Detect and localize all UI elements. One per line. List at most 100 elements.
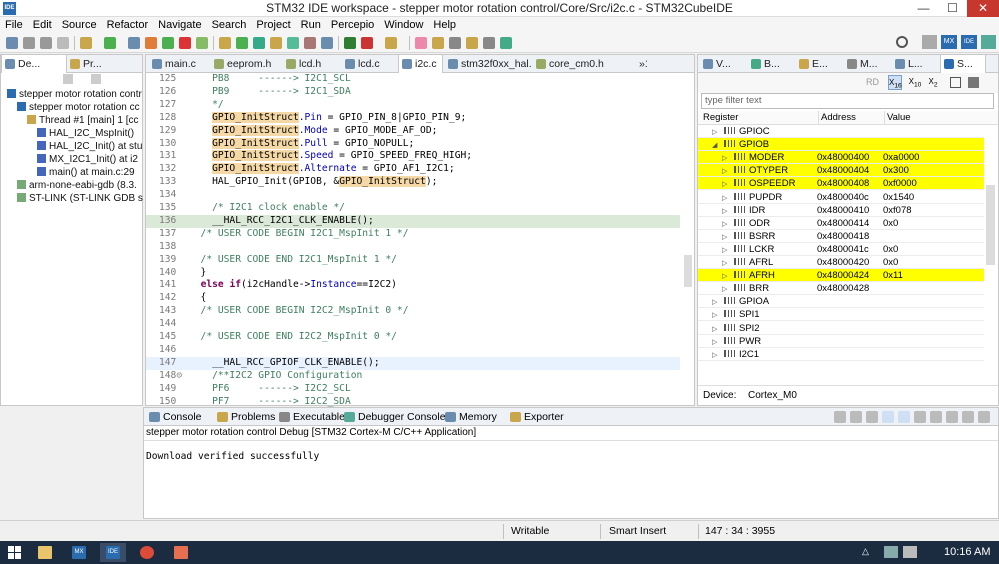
ide-perspective-icon[interactable]: IDE — [961, 35, 977, 49]
register-value[interactable]: 0xf0000 — [883, 177, 943, 190]
register-value[interactable]: 0x1540 — [883, 191, 943, 204]
register-row[interactable]: ▷ ODR 0x48000414 0x0 — [698, 217, 984, 230]
scroll-lock-icon[interactable] — [850, 411, 862, 423]
code-line[interactable]: 134 — [146, 189, 680, 202]
maximize-icon[interactable] — [978, 411, 990, 423]
new-icon[interactable] — [6, 37, 18, 49]
col-address[interactable]: Address — [818, 111, 856, 125]
code-editor[interactable]: 125 PB8 ------> I2C1_SCL 126 PB9 ------> … — [146, 73, 680, 407]
register-row[interactable]: ▷ LCKR 0x4800041c 0x0 — [698, 243, 984, 256]
collapse-all-icon[interactable] — [91, 74, 101, 84]
register-row[interactable]: ▷ BRR 0x48000428 — [698, 282, 984, 296]
register-row[interactable]: ▷ PWR — [698, 335, 984, 348]
back-icon[interactable] — [466, 37, 478, 49]
tab-live-expressions[interactable]: L... — [892, 55, 938, 73]
debug-perspective-icon[interactable] — [981, 35, 996, 49]
step-into-icon[interactable] — [128, 37, 140, 49]
register-value[interactable]: 0x0 — [883, 256, 943, 269]
pin-console-icon[interactable] — [914, 411, 926, 423]
restart-icon[interactable] — [287, 37, 299, 49]
show-on-error-icon[interactable] — [898, 411, 910, 423]
bin-format-icon[interactable]: X2 — [926, 75, 940, 90]
view-menu-icon[interactable] — [968, 77, 979, 88]
drop-frame-icon[interactable] — [253, 37, 265, 49]
col-register[interactable]: Register — [703, 111, 738, 125]
debug-tree-item[interactable]: HAL_I2C_Init() at stu — [37, 140, 143, 153]
cubemx-icon[interactable]: MX — [66, 543, 92, 562]
menu-navigate[interactable]: Navigate — [153, 17, 206, 33]
debug-tree-item[interactable]: arm-none-eabi-gdb (8.3. — [17, 179, 143, 192]
open-perspective-icon[interactable] — [922, 35, 937, 49]
open-console-icon[interactable] — [946, 411, 958, 423]
tab-memory[interactable]: Memory — [444, 410, 497, 424]
code-line[interactable]: 131 GPIO_InitStruct.Speed = GPIO_SPEED_F… — [146, 150, 680, 163]
debug-tree-item[interactable]: Thread #1 [main] 1 [cc — [27, 114, 143, 127]
chrome-icon[interactable] — [134, 543, 160, 562]
tab-console[interactable]: Console — [148, 410, 202, 424]
register-value[interactable]: 0x300 — [883, 164, 943, 177]
remove-terminated-icon[interactable] — [63, 74, 73, 84]
tab-eeprom-h[interactable]: eeprom.h — [211, 55, 281, 73]
register-row[interactable]: ▷ SPI1 — [698, 308, 984, 322]
minimize-icon[interactable] — [962, 411, 974, 423]
cubemx-perspective-icon[interactable]: MX — [941, 35, 957, 49]
ext-tools-icon[interactable] — [321, 37, 333, 49]
code-line[interactable]: 141 else if(i2cHandle->Instance==I2C2) — [146, 279, 680, 292]
register-row[interactable]: ▷ I2C1 — [698, 348, 984, 361]
menu-window[interactable]: Window — [379, 17, 428, 33]
instruction-step-icon[interactable] — [270, 37, 282, 49]
terminate-icon[interactable] — [179, 37, 191, 49]
tab-breakpoints[interactable]: B... — [748, 55, 794, 73]
open-type-icon[interactable] — [385, 37, 397, 49]
console-output[interactable]: Download verified successfully — [146, 451, 319, 462]
register-row[interactable]: ◢ GPIOB — [698, 138, 984, 152]
menu-file[interactable]: File — [0, 17, 28, 33]
menu-project[interactable]: Project — [251, 17, 295, 33]
menu-search[interactable]: Search — [207, 17, 252, 33]
tab-debugger-console[interactable]: Debugger Console — [343, 410, 446, 424]
register-value[interactable]: 0xa0000 — [883, 151, 943, 164]
paint-icon[interactable] — [168, 543, 194, 562]
dec-format-icon[interactable]: X10 — [908, 75, 922, 90]
code-line[interactable]: 137 /* USER CODE BEGIN I2C1_MspInit 1 */ — [146, 228, 680, 241]
file-explorer-icon[interactable] — [32, 543, 58, 562]
register-value[interactable]: 0x0 — [883, 217, 943, 230]
suspend-icon[interactable] — [145, 37, 157, 49]
editor-scrollbar-thumb[interactable] — [684, 255, 692, 287]
tab-core-cm0-h[interactable]: core_cm0.h — [533, 55, 621, 73]
word-wrap-icon[interactable] — [866, 411, 878, 423]
search-icon[interactable] — [415, 37, 427, 49]
chevron-up-icon[interactable]: △ — [862, 546, 876, 558]
next-annotation-icon[interactable] — [432, 37, 444, 49]
register-value[interactable]: 0xf078 — [883, 204, 943, 217]
tab-project-explorer[interactable]: Pr... — [67, 55, 127, 73]
debug-tree-item[interactable]: stepper motor rotation cc — [17, 101, 143, 114]
perspective-icon[interactable] — [500, 37, 512, 49]
network-icon[interactable] — [884, 546, 898, 558]
debug-icon[interactable] — [361, 37, 373, 49]
code-line[interactable]: 125 PB8 ------> I2C1_SCL — [146, 73, 680, 86]
register-row[interactable]: ▷ GPIOA — [698, 295, 984, 309]
register-scrollbar-thumb[interactable] — [986, 185, 995, 265]
register-row[interactable]: ▷ OSPEEDR 0x48000408 0xf0000 — [698, 177, 984, 191]
code-line[interactable]: 132 GPIO_InitStruct.Alternate = GPIO_AF1… — [146, 163, 680, 176]
tab-problems[interactable]: Problems — [216, 410, 275, 424]
menu-run[interactable]: Run — [296, 17, 326, 33]
tab-lcd-h[interactable]: lcd.h — [283, 55, 340, 73]
register-value[interactable]: 0x0 — [883, 243, 943, 256]
debug-tree-item[interactable]: HAL_I2C_MspInit() — [37, 127, 143, 140]
register-row[interactable]: ▷ BSRR 0x48000418 — [698, 230, 984, 243]
code-line[interactable]: 128 GPIO_InitStruct.Pin = GPIO_PIN_8|GPI… — [146, 111, 680, 125]
tab-sfr[interactable]: S... — [940, 55, 986, 73]
tab-lcd-c[interactable]: lcd.c — [342, 55, 396, 73]
register-row[interactable]: ▷ GPIOC — [698, 125, 984, 139]
search-icon[interactable] — [896, 36, 908, 48]
register-row[interactable]: ▷ MODER 0x48000400 0xa0000 — [698, 151, 984, 165]
register-filter-input[interactable]: type filter text — [701, 93, 994, 109]
code-line[interactable]: 138 — [146, 241, 680, 254]
tab-modules[interactable]: M... — [844, 55, 890, 73]
ide-icon[interactable]: IDE — [100, 543, 126, 562]
code-line[interactable]: 127 */ — [146, 99, 680, 112]
debug-tree-item[interactable]: main() at main.c:29 — [37, 166, 143, 179]
print-icon[interactable] — [57, 37, 69, 49]
